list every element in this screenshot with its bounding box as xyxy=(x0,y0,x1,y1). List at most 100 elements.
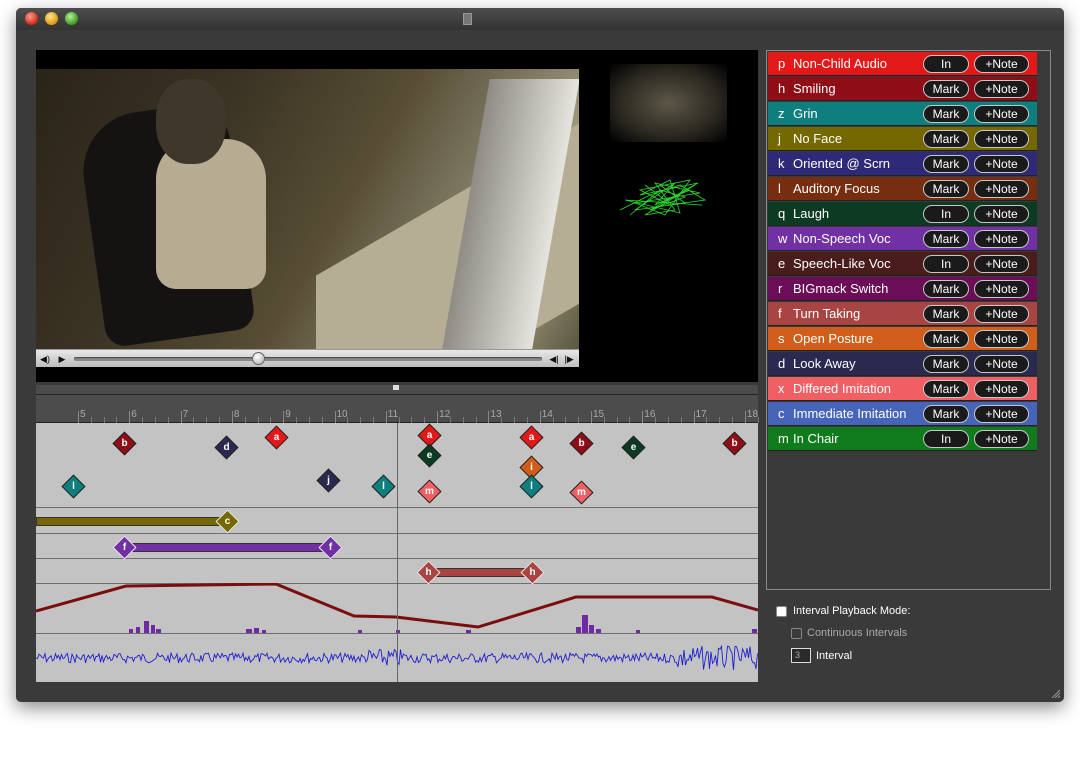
ruler-minor-tick xyxy=(667,417,669,423)
ruler-minor-tick xyxy=(154,417,156,423)
category-mark-button[interactable]: Mark xyxy=(923,80,969,98)
ruler-tick xyxy=(488,411,490,423)
continuous-intervals-checkbox[interactable] xyxy=(791,628,802,639)
endpoint-label: h xyxy=(529,567,536,578)
category-name: Laugh xyxy=(793,206,830,221)
category-note-button[interactable]: +Note xyxy=(974,55,1029,73)
category-note-button[interactable]: +Note xyxy=(974,255,1029,273)
category-mark-button[interactable]: Mark xyxy=(923,305,969,323)
endpoint-label: f xyxy=(122,542,127,553)
ruler-tick xyxy=(78,411,79,423)
category-name: Oriented @ Scrn xyxy=(793,156,891,171)
category-name: Differed Imitation xyxy=(793,381,892,396)
category-note-button[interactable]: +Note xyxy=(974,105,1029,123)
category-row: j No Face Mark +Note xyxy=(768,127,1037,151)
category-key: x xyxy=(778,381,785,396)
interval-bar[interactable] xyxy=(428,568,532,577)
category-note-button[interactable]: +Note xyxy=(974,330,1029,348)
step-forward-icon[interactable]: |▶ xyxy=(563,353,575,365)
interval-bar[interactable] xyxy=(124,543,330,552)
category-note-button[interactable]: +Note xyxy=(974,205,1029,223)
thumbnail-video[interactable] xyxy=(610,64,727,142)
category-key: w xyxy=(778,231,788,246)
category-row: k Oriented @ Scrn Mark +Note xyxy=(768,152,1037,176)
category-key: e xyxy=(778,256,786,271)
category-mark-button[interactable]: Mark xyxy=(923,405,969,423)
resize-grip-icon[interactable] xyxy=(1050,688,1060,698)
play-icon[interactable]: ▶ xyxy=(56,353,68,365)
category-mark-button[interactable]: Mark xyxy=(923,130,969,148)
category-row: x Differed Imitation Mark +Note xyxy=(768,377,1037,401)
category-row: p Non-Child Audio In +Note xyxy=(768,52,1037,76)
category-note-button[interactable]: +Note xyxy=(974,430,1029,448)
category-mark-button[interactable]: In xyxy=(923,205,969,223)
category-name: BIGmack Switch xyxy=(793,281,889,296)
category-mark-button[interactable]: Mark xyxy=(923,280,969,298)
category-note-button[interactable]: +Note xyxy=(974,380,1029,398)
marker-label: a xyxy=(528,432,535,443)
category-note-button[interactable]: +Note xyxy=(974,355,1029,373)
category-key: r xyxy=(778,281,783,296)
category-mark-button[interactable]: Mark xyxy=(923,105,969,123)
ruler-minor-tick xyxy=(193,417,195,423)
endpoint-label: c xyxy=(224,516,231,527)
category-note-button[interactable]: +Note xyxy=(974,405,1029,423)
category-mark-button[interactable]: Mark xyxy=(923,380,969,398)
category-key: m xyxy=(778,431,789,446)
category-mark-button[interactable]: Mark xyxy=(923,330,969,348)
zoom-window-button[interactable] xyxy=(65,12,78,25)
category-note-button[interactable]: +Note xyxy=(974,155,1029,173)
marker-label: e xyxy=(630,442,637,453)
ruler-minor-tick xyxy=(501,417,503,423)
marker-label: l xyxy=(530,481,533,492)
ruler-minor-tick xyxy=(360,417,362,423)
category-note-button[interactable]: +Note xyxy=(974,130,1029,148)
ruler-tick xyxy=(129,411,131,423)
interval-label: Interval xyxy=(816,650,853,662)
playhead-line[interactable] xyxy=(397,423,398,682)
category-key: j xyxy=(778,131,781,146)
category-note-button[interactable]: +Note xyxy=(974,180,1029,198)
interval-playback-label: Interval Playback Mode: xyxy=(793,605,911,617)
category-mark-button[interactable]: Mark xyxy=(923,180,969,198)
scrub-knob[interactable] xyxy=(252,352,265,365)
scrub-track[interactable] xyxy=(74,357,542,361)
category-row: f Turn Taking Mark +Note xyxy=(768,302,1037,326)
category-note-button[interactable]: +Note xyxy=(974,305,1029,323)
ruler-minor-tick xyxy=(616,417,618,423)
ruler-tick xyxy=(231,411,233,423)
category-note-button[interactable]: +Note xyxy=(974,280,1029,298)
ruler-minor-tick xyxy=(167,417,169,423)
volume-icon[interactable]: ◀) xyxy=(39,353,51,365)
category-key: p xyxy=(778,56,786,71)
title-bar xyxy=(16,8,1064,30)
category-note-button[interactable]: +Note xyxy=(974,230,1029,248)
ruler-tick-label: 7 xyxy=(182,409,189,420)
playhead-icon[interactable] xyxy=(393,385,399,390)
timeline[interactable]: 5 6 7 8 9 10 11 12 13 14 15 16 17 18 bdaljlaemailbmeb… xyxy=(36,385,785,682)
interval-bar[interactable] xyxy=(36,517,227,526)
category-mark-button[interactable]: Mark xyxy=(923,155,969,173)
category-mark-button[interactable]: Mark xyxy=(923,355,969,373)
interval-playback-checkbox[interactable] xyxy=(776,606,787,617)
minimize-window-button[interactable] xyxy=(45,12,58,25)
category-note-button[interactable]: +Note xyxy=(974,80,1029,98)
ruler-minor-tick xyxy=(552,417,554,423)
marker-label: e xyxy=(426,450,433,461)
interval-input[interactable]: 3 xyxy=(791,648,811,663)
ruler-minor-tick xyxy=(578,417,580,423)
ruler-minor-tick xyxy=(372,417,374,423)
category-key: f xyxy=(778,306,782,321)
marker-label: a xyxy=(426,430,433,441)
video-frame[interactable] xyxy=(36,69,579,349)
category-mark-button[interactable]: In xyxy=(923,55,969,73)
step-back-icon[interactable]: ◀| xyxy=(548,353,560,365)
category-mark-button[interactable]: Mark xyxy=(923,230,969,248)
category-mark-button[interactable]: In xyxy=(923,430,969,448)
ruler-minor-tick xyxy=(629,417,631,423)
close-window-button[interactable] xyxy=(25,12,38,25)
category-row: m In Chair In +Note xyxy=(768,427,1037,451)
ruler-tick-label: 16 xyxy=(644,409,656,420)
ruler-tick xyxy=(591,411,592,423)
category-mark-button[interactable]: In xyxy=(923,255,969,273)
